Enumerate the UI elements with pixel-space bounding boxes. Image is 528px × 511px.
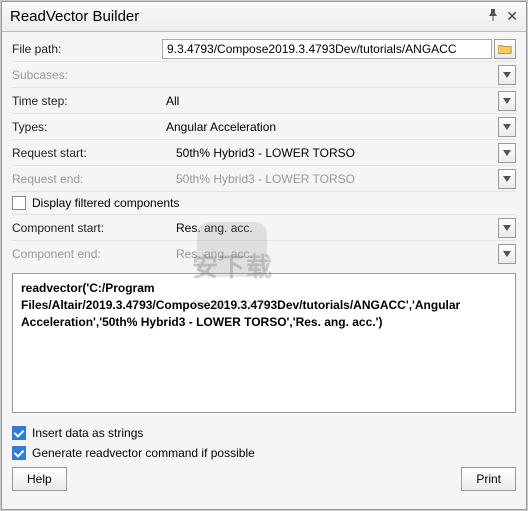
insert-data-row[interactable]: Insert data as strings bbox=[12, 423, 516, 443]
component-end-dropdown-arrow[interactable] bbox=[498, 244, 516, 264]
types-row: Types: Angular Acceleration bbox=[12, 114, 516, 140]
subcases-label: Subcases: bbox=[12, 64, 162, 86]
time-step-value: All bbox=[162, 92, 498, 110]
component-end-row: Component end: Res. ang. acc. bbox=[12, 241, 516, 267]
display-filtered-label: Display filtered components bbox=[32, 196, 179, 210]
request-end-row: Request end: 50th% Hybrid3 - LOWER TORSO bbox=[12, 166, 516, 192]
display-filtered-row[interactable]: Display filtered components bbox=[12, 192, 516, 215]
chevron-down-icon bbox=[503, 72, 511, 78]
bottom-options: Insert data as strings Generate readvect… bbox=[12, 423, 516, 463]
file-path-label: File path: bbox=[12, 38, 162, 60]
component-end-value: Res. ang. acc. bbox=[172, 245, 498, 263]
request-start-dropdown-arrow[interactable] bbox=[498, 143, 516, 163]
insert-data-checkbox[interactable] bbox=[12, 426, 26, 440]
chevron-down-icon bbox=[503, 124, 511, 130]
component-start-row: Component start: Res. ang. acc. bbox=[12, 215, 516, 241]
component-start-dropdown-arrow[interactable] bbox=[498, 218, 516, 238]
request-start-row: Request start: 50th% Hybrid3 - LOWER TOR… bbox=[12, 140, 516, 166]
print-button[interactable]: Print bbox=[461, 467, 516, 491]
request-end-value: 50th% Hybrid3 - LOWER TORSO bbox=[172, 170, 498, 188]
time-step-label: Time step: bbox=[12, 90, 162, 112]
chevron-down-icon bbox=[503, 251, 511, 257]
time-step-row: Time step: All bbox=[12, 88, 516, 114]
request-start-label: Request start: bbox=[12, 142, 172, 164]
folder-icon bbox=[498, 43, 512, 55]
chevron-down-icon bbox=[503, 98, 511, 104]
subcases-value bbox=[162, 73, 498, 77]
display-filtered-checkbox[interactable] bbox=[12, 196, 26, 210]
time-step-dropdown-arrow[interactable] bbox=[498, 91, 516, 111]
browse-button[interactable] bbox=[494, 39, 516, 59]
request-end-dropdown-arrow[interactable] bbox=[498, 169, 516, 189]
chevron-down-icon bbox=[503, 225, 511, 231]
chevron-down-icon bbox=[503, 150, 511, 156]
close-icon[interactable]: ✕ bbox=[506, 8, 518, 25]
output-textarea[interactable]: readvector('C:/Program Files/Altair/2019… bbox=[12, 273, 516, 413]
subcases-row: Subcases: bbox=[12, 62, 516, 88]
types-label: Types: bbox=[12, 116, 162, 138]
file-path-input[interactable] bbox=[162, 39, 492, 59]
component-end-label: Component end: bbox=[12, 243, 172, 265]
component-start-value: Res. ang. acc. bbox=[172, 219, 498, 237]
generate-cmd-label: Generate readvector command if possible bbox=[32, 446, 255, 460]
titlebar: ReadVector Builder ✕ bbox=[2, 2, 526, 32]
request-start-value: 50th% Hybrid3 - LOWER TORSO bbox=[172, 144, 498, 162]
generate-cmd-checkbox[interactable] bbox=[12, 446, 26, 460]
types-dropdown-arrow[interactable] bbox=[498, 117, 516, 137]
insert-data-label: Insert data as strings bbox=[32, 426, 143, 440]
subcases-dropdown-arrow[interactable] bbox=[498, 65, 516, 85]
file-path-row: File path: bbox=[12, 36, 516, 62]
window-title: ReadVector Builder bbox=[10, 8, 139, 25]
generate-cmd-row[interactable]: Generate readvector command if possible bbox=[12, 443, 516, 463]
component-start-label: Component start: bbox=[12, 217, 172, 239]
readvector-builder-window: ReadVector Builder ✕ File path: Subcases… bbox=[1, 1, 527, 510]
chevron-down-icon bbox=[503, 176, 511, 182]
help-button[interactable]: Help bbox=[12, 467, 67, 491]
types-value: Angular Acceleration bbox=[162, 118, 498, 136]
request-end-label: Request end: bbox=[12, 168, 172, 190]
form-area: File path: Subcases: Time step: All bbox=[2, 32, 526, 499]
pin-icon[interactable] bbox=[488, 9, 498, 24]
button-row: Help Print bbox=[12, 467, 516, 491]
